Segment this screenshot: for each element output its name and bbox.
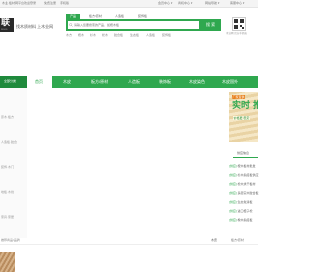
banner-headline: 实时 推 (232, 101, 258, 111)
logo-sub: WOOD (1, 29, 8, 31)
list-item[interactable]: [供应] 进口樟子松 (229, 210, 253, 213)
list-item[interactable]: [供应] 生态免漆板 (229, 201, 253, 204)
top-link[interactable]: 手机版 (60, 2, 69, 5)
search-button-label: 搜 索 (206, 22, 216, 27)
nav-item[interactable]: 板方/原材 (91, 80, 108, 84)
product-image[interactable] (0, 252, 15, 272)
list-item-tag: [供应] (229, 209, 237, 213)
qr-code[interactable] (232, 17, 246, 31)
search-input[interactable] (74, 22, 179, 28)
list-item-text: 杉木指接板供应 (237, 173, 259, 177)
hot-keyword[interactable]: 木方 (66, 34, 72, 37)
hot-keyword[interactable]: 松木 (102, 34, 108, 37)
category-label: 全部分类 (4, 79, 17, 83)
top-link[interactable]: 客服中心 ▾ (230, 2, 244, 5)
hot-keyword[interactable]: 人造板 (146, 34, 155, 37)
list-item-tag: [供应] (229, 164, 237, 168)
top-link[interactable]: 会员中心 ▾ (158, 2, 172, 5)
sidebar-item[interactable]: 人造板·胶合 (1, 141, 17, 144)
list-item-text: 松木烘干板材 (237, 182, 256, 186)
slogan: 找木质材料 上木业网 (16, 24, 54, 29)
top-link[interactable]: 欢迎登录 (24, 2, 36, 5)
hot-keyword[interactable]: 杉木 (90, 34, 96, 37)
qr-icon (234, 19, 244, 29)
nav-item[interactable]: 人造板 (128, 80, 140, 84)
nav-item[interactable]: 木皮 (63, 80, 71, 84)
list-item[interactable]: [供应] 杉木指接板供应 (229, 174, 259, 177)
logo[interactable]: 联 WOOD (0, 18, 14, 32)
hot-keyword[interactable]: 桉木 (78, 34, 84, 37)
section-tab[interactable]: 板方/原材 (231, 239, 244, 242)
section-tab[interactable]: 木皮 (211, 239, 217, 242)
info-list: [供应] 桉木板材批发 [供应] 杉木指接板供应 [供应] 松木烘干板材 [供应… (229, 165, 259, 235)
search-icon (69, 23, 73, 27)
top-link[interactable]: 网站导航 ▾ (205, 2, 219, 5)
nav-item[interactable]: 木皮国外 (222, 80, 238, 84)
top-link[interactable]: 免费注册 (44, 2, 56, 5)
sidebar-item[interactable]: 原木·板方 (1, 116, 14, 119)
search-button[interactable]: 搜 索 (201, 19, 221, 31)
section-divider (0, 244, 258, 245)
sidebar-item[interactable]: 家具·家居 (1, 216, 14, 219)
tab-decor[interactable]: 装饰板 (138, 15, 147, 18)
tab-panel[interactable]: 人造板 (115, 15, 124, 18)
list-item-text: 桉木板材批发 (237, 164, 256, 168)
banner-sub: 价格更 稳定 (233, 115, 250, 120)
list-item[interactable]: [供应] 松木烘干板材 (229, 183, 256, 186)
nav-label: 首页 (35, 79, 43, 84)
list-item-text: 进口樟子松 (237, 209, 253, 213)
hot-keyword[interactable]: 生态板 (130, 34, 139, 37)
wood-grain-icon (0, 252, 15, 272)
list-item[interactable]: [供应] 桉木板材批发 (229, 165, 256, 168)
info-panel-tab-label: 供应信息 (237, 151, 250, 155)
list-item-tag: [供应] (229, 173, 237, 177)
list-item[interactable]: [供应] 多层实木胶合板 (229, 192, 259, 195)
sidebar-item[interactable]: 地板·木线 (1, 191, 14, 194)
promo-banner[interactable]: 厂家直供 实时 推 价格更 稳定 (229, 92, 258, 142)
tab-timber[interactable]: 板方/原材 (89, 15, 102, 18)
tab-label: 产品 (70, 14, 77, 18)
nav-item[interactable]: 装饰板 (159, 80, 171, 84)
list-item-tag: [供应] (229, 191, 237, 195)
nav-item[interactable]: 木皮染色 (189, 80, 205, 84)
list-item-text: 橡木指接板 (237, 218, 253, 222)
top-link[interactable]: 商机中心 ▾ (178, 2, 192, 5)
section-title: 推荐商品/品牌 (1, 238, 20, 242)
nav-item-home[interactable]: 首页 (27, 76, 52, 88)
sidebar-item[interactable]: 装饰·木门 (1, 166, 14, 169)
top-link[interactable]: 木业·板材网平台 (2, 2, 24, 5)
list-item-tag: [供应] (229, 182, 237, 186)
banner-tag: 厂家直供 (232, 94, 246, 99)
list-item-text: 生态免漆板 (237, 200, 253, 204)
hot-keyword[interactable]: 胶合板 (114, 34, 123, 37)
list-item-tag: [供应] (229, 218, 237, 222)
hot-keyword[interactable]: 装饰板 (162, 34, 171, 37)
category-menu[interactable]: 全部分类 (0, 76, 27, 88)
list-item-tag: [供应] (229, 200, 237, 204)
logo-text: 联 (1, 18, 11, 28)
info-panel-tab[interactable]: 供应信息 (233, 150, 258, 158)
list-item-text: 多层实木胶合板 (237, 191, 259, 195)
promo-text: 木业网 官方手机端 (226, 32, 247, 35)
list-item[interactable]: [供应] 橡木指接板 (229, 219, 253, 222)
